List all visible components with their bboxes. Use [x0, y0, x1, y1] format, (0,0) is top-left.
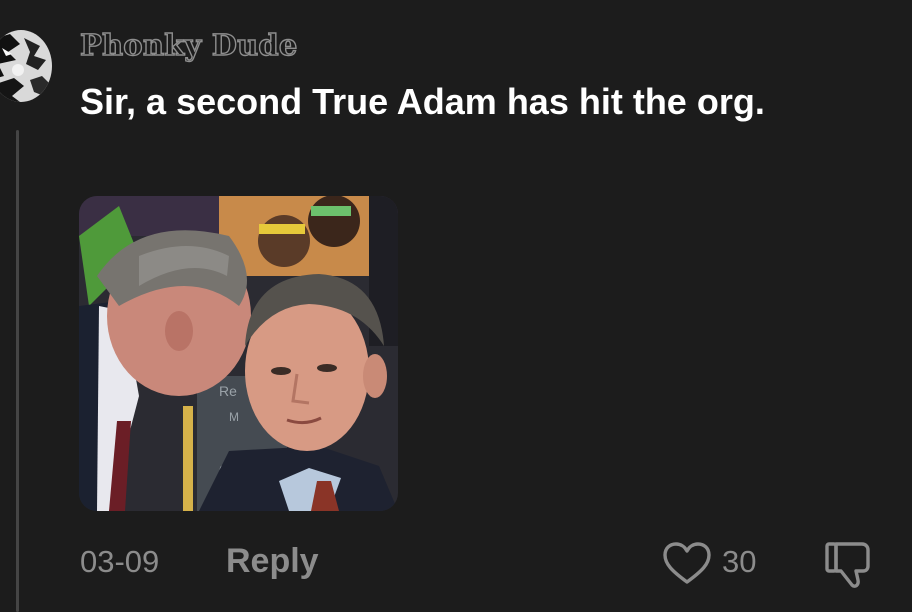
reply-button[interactable]: Reply [226, 542, 319, 581]
comment-date: 03-09 [80, 544, 160, 579]
comment-footer: 03-09 Reply 30 [0, 538, 912, 588]
comment-text: Sir, a second True Adam has hit the org. [80, 81, 765, 122]
like-count: 30 [722, 544, 757, 579]
thumbs-down-icon[interactable] [822, 538, 874, 590]
svg-text:M: M [229, 410, 239, 424]
comment-card: Phonky Dude Sir, a second True Adam has … [0, 0, 912, 612]
avatar[interactable] [0, 30, 52, 102]
svg-text:Re: Re [219, 383, 237, 399]
username[interactable]: Phonky Dude [79, 27, 298, 62]
heart-icon[interactable] [662, 540, 712, 586]
comment-image[interactable]: Re M Co [79, 196, 398, 511]
